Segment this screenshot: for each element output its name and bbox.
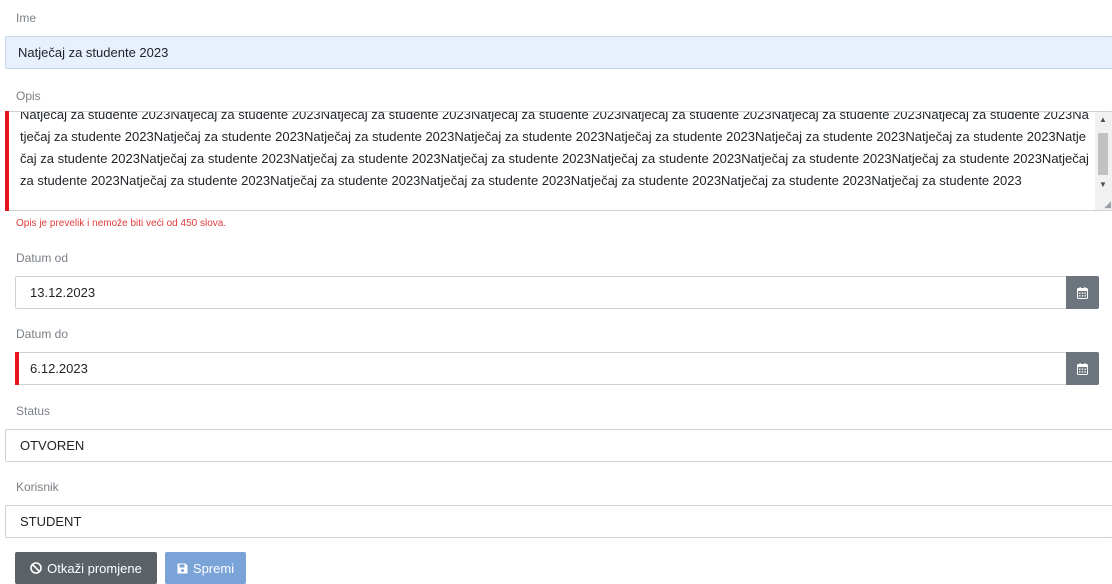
user-input[interactable]: STUDENT (5, 505, 1112, 538)
date-from-label: Datum od (16, 251, 69, 265)
user-label: Korisnik (16, 480, 59, 494)
description-invalid-indicator (5, 111, 9, 211)
floppy-disk-icon (177, 563, 188, 574)
description-text: Natječaj za studente 2023Natječaj za stu… (20, 111, 1089, 188)
date-to-label: Datum do (16, 327, 69, 341)
cancel-changes-button[interactable]: Otkaži promjene (15, 552, 157, 584)
save-button[interactable]: Spremi (165, 552, 246, 584)
date-to-input[interactable]: 6.12.2023 (15, 352, 1081, 385)
description-error-message: Opis je prevelik i nemože biti veći od 4… (16, 218, 227, 229)
calendar-icon (1077, 362, 1088, 375)
calendar-icon (1077, 286, 1088, 299)
name-input[interactable]: Natječaj za studente 2023 (5, 36, 1112, 69)
ban-icon (30, 562, 42, 574)
cancel-button-label: Otkaži promjene (47, 560, 142, 576)
date-to-invalid-indicator (15, 352, 19, 385)
date-from-picker-button[interactable] (1066, 276, 1099, 309)
save-button-label: Spremi (192, 560, 235, 576)
description-label: Opis (16, 89, 41, 103)
date-from-input[interactable]: 13.12.2023 (15, 276, 1081, 309)
description-textarea[interactable]: Natječaj za studente 2023Natječaj za stu… (5, 111, 1112, 211)
status-input[interactable]: OTVOREN (5, 429, 1112, 462)
name-label: Ime (16, 11, 37, 25)
scroll-up-icon[interactable]: ▲ (1099, 115, 1107, 124)
description-scrollbar[interactable]: ▲ ▼ (1095, 112, 1112, 210)
resize-grip-icon[interactable]: ◢ (1104, 200, 1111, 209)
status-label: Status (16, 404, 51, 418)
scrollbar-thumb[interactable] (1098, 133, 1108, 175)
date-to-picker-button[interactable] (1066, 352, 1099, 385)
scroll-down-icon[interactable]: ▼ (1099, 180, 1107, 189)
